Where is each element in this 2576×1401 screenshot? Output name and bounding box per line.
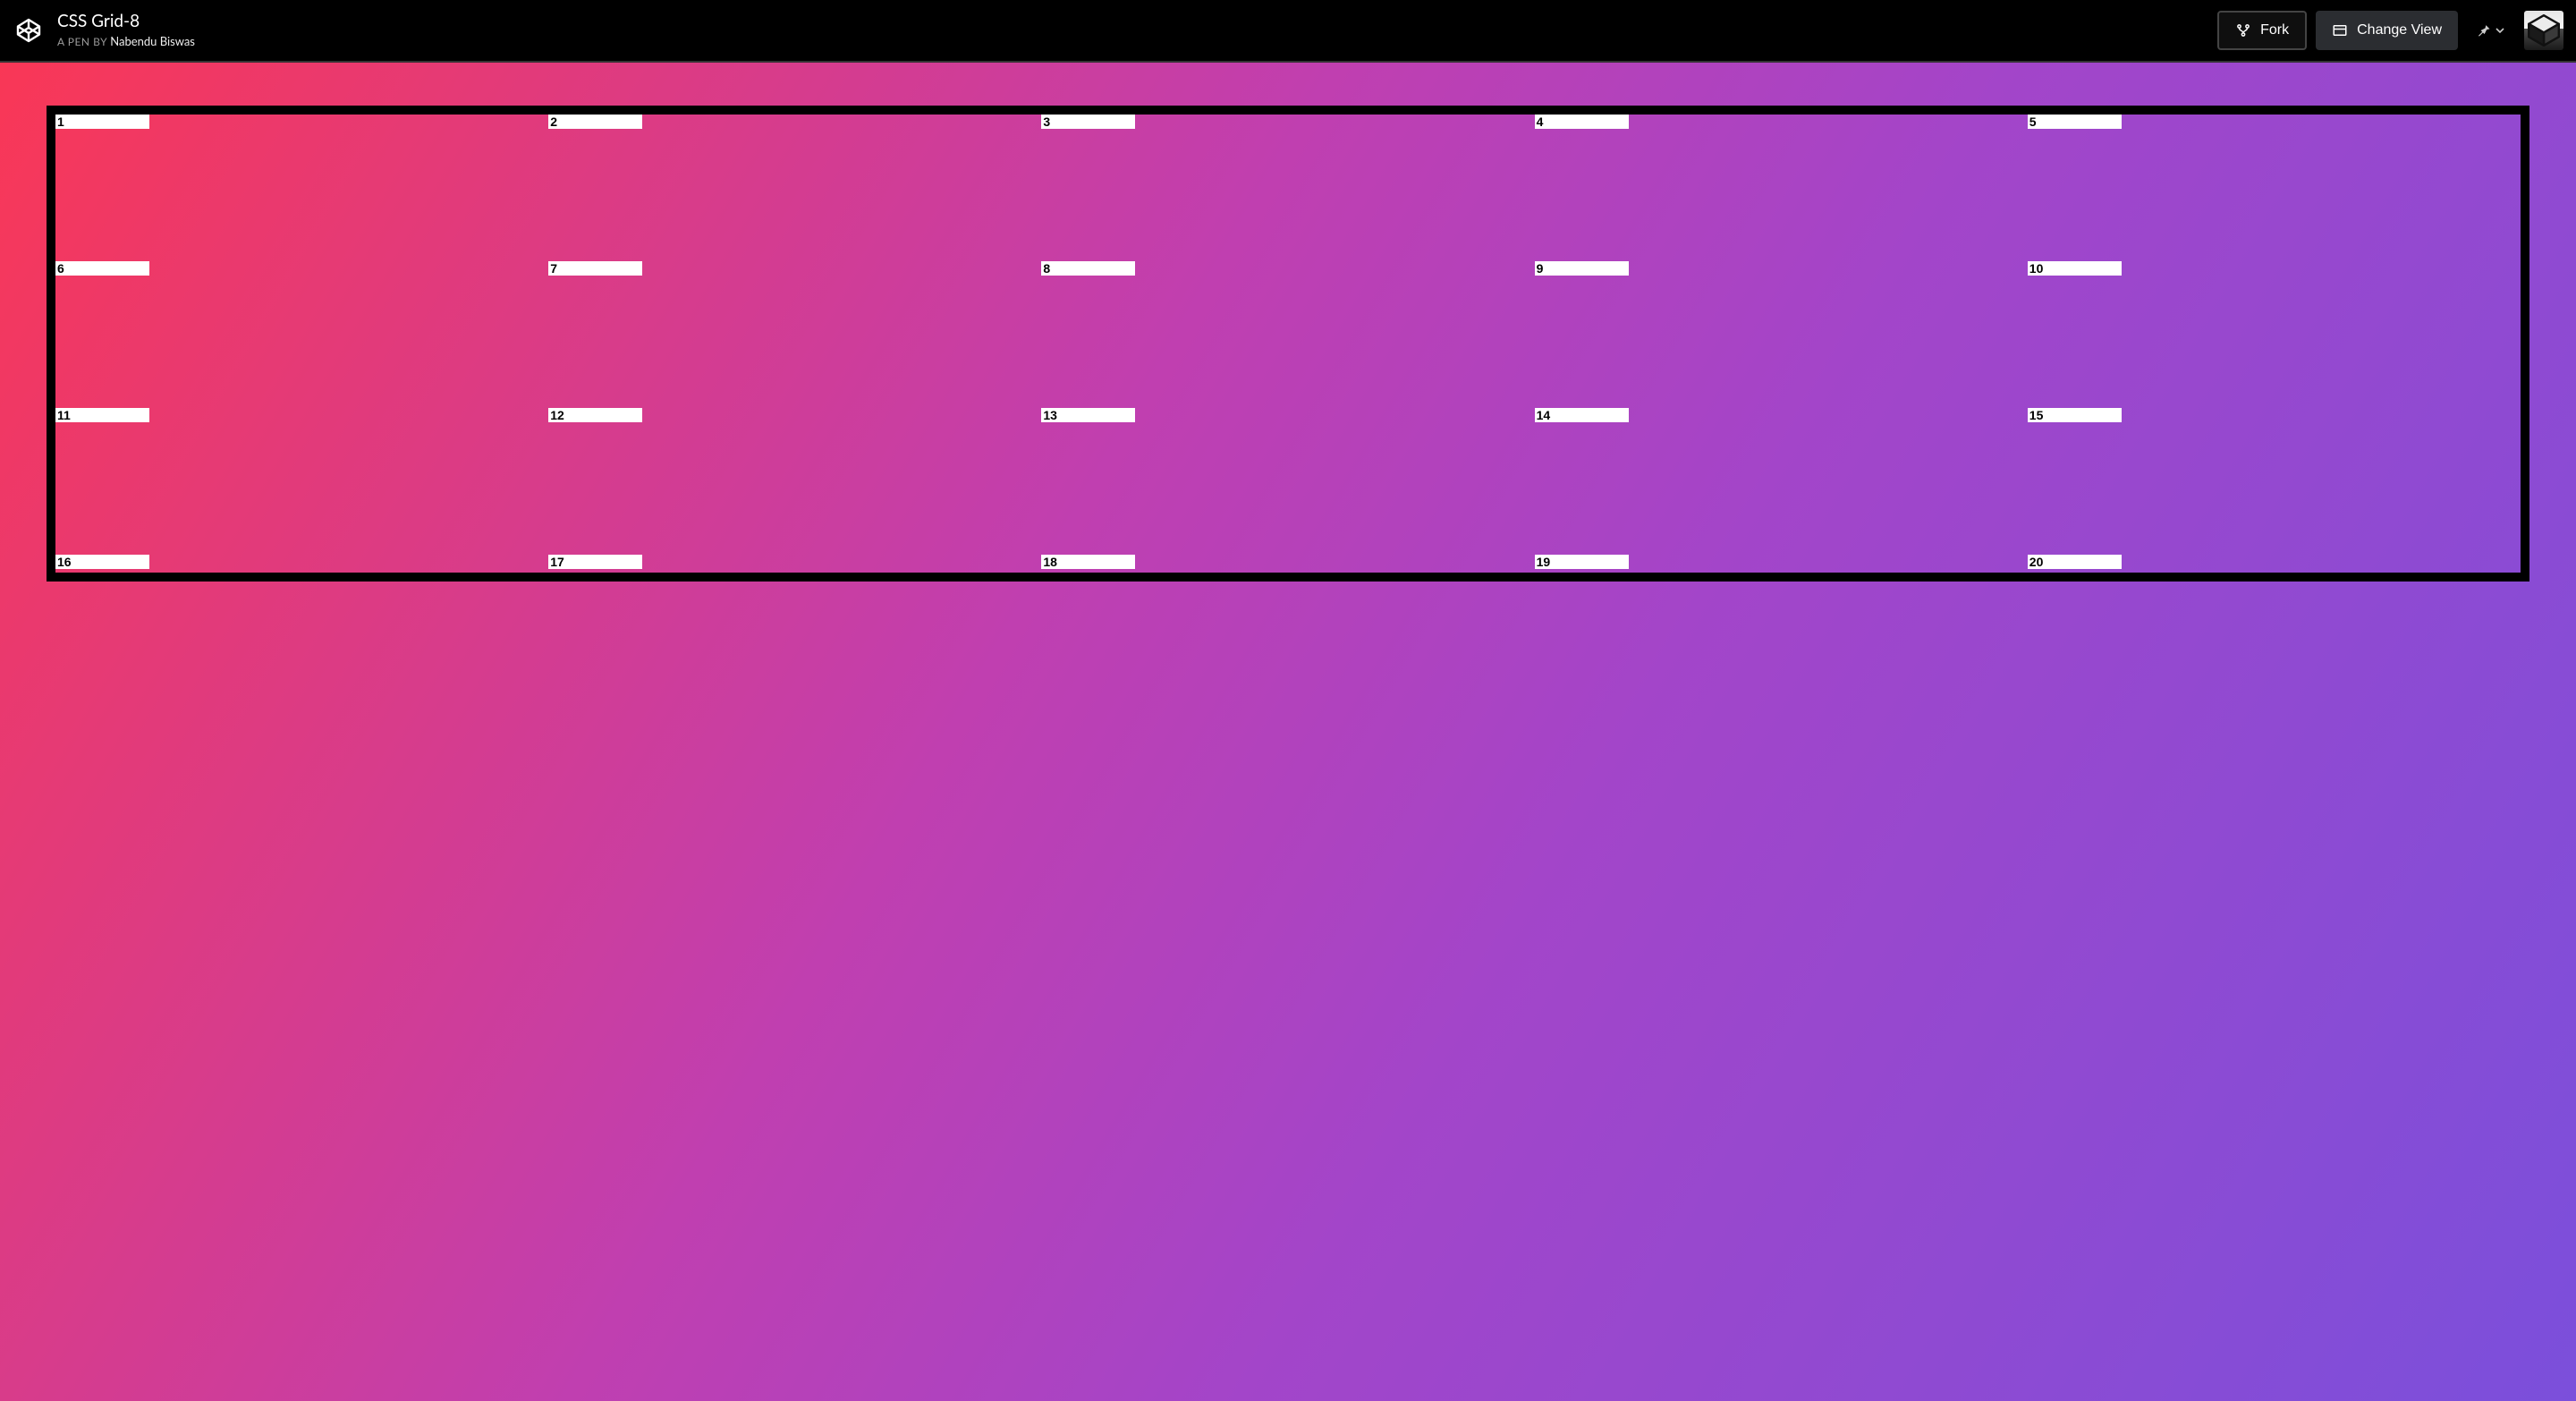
codepen-header: CSS Grid-8 A PEN BY Nabendu Biswas Fork … [0,0,2576,63]
grid-item-label: 8 [1041,261,1135,276]
grid-cell: 11 [55,408,548,555]
layout-icon [2332,22,2348,38]
grid-item-label: 6 [55,261,149,276]
chevron-down-icon [2496,26,2504,35]
pen-title[interactable]: CSS Grid-8 [57,13,195,31]
pen-subtitle: A PEN BY Nabendu Biswas [57,34,195,48]
grid-item-label: 14 [1535,408,1629,422]
grid-cell: 14 [1535,408,2028,555]
pen-sub-prefix: A PEN BY [57,35,107,48]
grid-cell: 18 [1041,555,1534,573]
grid-item-label: 16 [55,555,149,569]
grid-cell: 15 [2028,408,2521,555]
fork-button-label: Fork [2260,22,2289,38]
grid-cell: 7 [548,261,1041,408]
grid-item-label: 18 [1041,555,1135,569]
grid-cell: 6 [55,261,548,408]
grid-cell: 4 [1535,115,2028,261]
grid-item-label: 11 [55,408,149,422]
grid-item-label: 17 [548,555,642,569]
grid-cell: 1 [55,115,548,261]
result-area: 1 2 3 4 5 6 7 8 9 10 11 12 13 14 15 16 1… [0,63,2576,1401]
pin-icon [2474,21,2492,39]
grid-item-label: 15 [2028,408,2122,422]
codepen-logo[interactable] [13,14,45,47]
grid-item-label: 4 [1535,115,1629,129]
grid-item-label: 3 [1041,115,1135,129]
grid-cell: 2 [548,115,1041,261]
grid-cell: 9 [1535,261,2028,408]
fork-button[interactable]: Fork [2217,11,2307,50]
grid-item-label: 7 [548,261,642,276]
grid-item-label: 13 [1041,408,1135,422]
grid-cell: 13 [1041,408,1534,555]
grid-item-label: 5 [2028,115,2122,129]
grid-cell: 12 [548,408,1041,555]
change-view-button[interactable]: Change View [2316,11,2458,50]
title-block: CSS Grid-8 A PEN BY Nabendu Biswas [57,13,195,49]
grid-container: 1 2 3 4 5 6 7 8 9 10 11 12 13 14 15 16 1… [47,106,2529,582]
fork-icon [2235,22,2251,38]
codepen-logo-icon [15,17,42,44]
change-view-label: Change View [2357,22,2442,38]
grid-cell: 10 [2028,261,2521,408]
grid-cell: 5 [2028,115,2521,261]
grid-item-label: 12 [548,408,642,422]
grid-item-label: 9 [1535,261,1629,276]
pin-dropdown[interactable] [2465,11,2513,50]
grid-cell: 16 [55,555,548,573]
grid-cell: 19 [1535,555,2028,573]
avatar[interactable] [2524,11,2563,50]
grid-item-label: 2 [548,115,642,129]
grid-cell: 20 [2028,555,2521,573]
grid-cell: 3 [1041,115,1534,261]
grid-cell: 8 [1041,261,1534,408]
grid-item-label: 10 [2028,261,2122,276]
grid-item-label: 1 [55,115,149,129]
grid-item-label: 19 [1535,555,1629,569]
pen-author[interactable]: Nabendu Biswas [110,34,195,48]
grid-item-label: 20 [2028,555,2122,569]
grid-cell: 17 [548,555,1041,573]
avatar-cube-icon [2526,13,2562,48]
